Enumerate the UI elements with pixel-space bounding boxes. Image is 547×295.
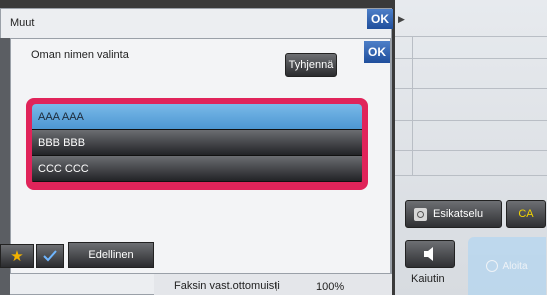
inner-dialog-title: Oman nimen valinta (31, 49, 129, 61)
check-icon (43, 250, 57, 262)
star-icon: ★ (10, 248, 24, 265)
list-item-bbb[interactable]: BBB BBB (32, 130, 362, 156)
preview-icon (414, 207, 427, 221)
status-divider (276, 282, 277, 291)
preview-label: Esikatselu (433, 208, 484, 220)
name-list-frame: AAA AAA BBB BBB CCC CCC (26, 98, 368, 190)
screen: ▶ Esikatselu CA Kaiutin Aloita Muut OK O… (0, 0, 547, 295)
favorite-button[interactable]: ★ (0, 244, 34, 268)
previous-button[interactable]: Edellinen (68, 242, 154, 268)
inner-dialog: Oman nimen valinta OK Tyhjennä AAA AAA B… (10, 38, 391, 274)
start-button[interactable]: Aloita (468, 237, 546, 295)
name-list: AAA AAA BBB BBB CCC CCC (32, 104, 362, 184)
outer-dialog-title: Muut (10, 17, 35, 29)
fax-memory-status: Faksin vast.ottomuisti (174, 280, 280, 292)
outer-ok-button[interactable]: OK (367, 9, 393, 29)
speaker-label: Kaiutin (411, 273, 445, 285)
speaker-icon (424, 247, 433, 261)
list-item-ccc[interactable]: CCC CCC (32, 156, 362, 182)
check-button[interactable] (36, 244, 64, 268)
inner-ok-button[interactable]: OK (364, 41, 390, 63)
play-icon[interactable]: ▶ (398, 14, 408, 26)
list-item-aaa[interactable]: AAA AAA (32, 104, 362, 130)
fax-memory-percent: 100% (316, 281, 345, 293)
ca-button[interactable]: CA (506, 200, 546, 228)
preview-button[interactable]: Esikatselu (405, 200, 502, 228)
ca-label: CA (518, 208, 534, 220)
clear-button[interactable]: Tyhjennä (285, 53, 337, 77)
speaker-button[interactable] (405, 240, 455, 268)
start-label: Aloita (502, 260, 528, 272)
start-icon (486, 260, 499, 272)
